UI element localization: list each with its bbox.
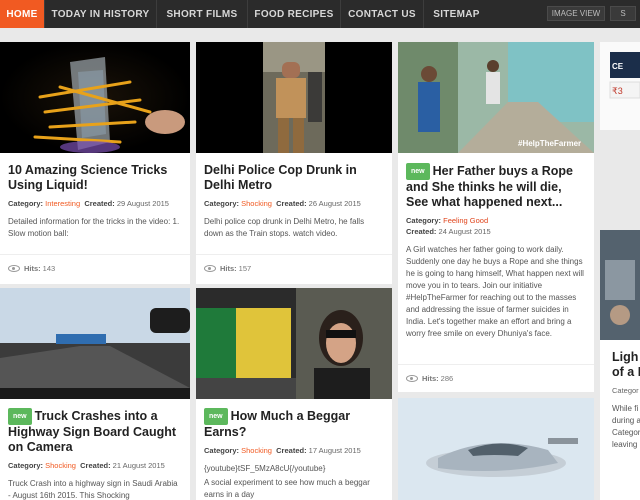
hits-count: 143 [42,264,56,273]
category-label: Category: [204,446,240,455]
hits-label: Hits: [220,264,237,273]
category-link[interactable]: Shocking [45,461,76,470]
article-card-partial[interactable]: Ligh of a F Categor While fi during a Ca… [600,230,640,500]
nav-sitemap[interactable]: SITEMAP [424,0,489,28]
article-card-science-tricks[interactable]: 10 Amazing Science Tricks Using Liquid! … [0,42,190,284]
article-thumbnail[interactable]: #HelpTheFarmer [398,42,594,153]
nav-home[interactable]: HOME [0,0,45,28]
category-link[interactable]: Shocking [241,199,272,208]
created-label: Created: [276,446,307,455]
article-meta: Category: Interesting Created: 29 August… [8,199,182,208]
hits-label: Hits: [24,264,41,273]
category-link[interactable]: Shocking [241,446,272,455]
ad-price: ₹3 [612,86,623,96]
partial-thumbnail [600,230,640,340]
article-meta: Category: Shocking Created: 21 August 20… [8,461,182,470]
created-label: Created: [84,199,115,208]
category-label: Category: [204,199,240,208]
eye-icon [204,265,216,272]
article-card-truck-crash[interactable]: new Truck Crashes into a Highway Sign Boa… [0,288,190,500]
article-thumbnail[interactable] [0,288,190,399]
article-title-text[interactable]: Truck Crashes into a Highway Sign Board … [8,409,176,454]
hits-count: 286 [440,374,454,383]
created-date: 29 August 2015 [116,199,169,208]
created-date: 24 August 2015 [438,227,491,236]
truck-crash-image [0,288,190,399]
article-card-beggar-earns[interactable]: new How Much a Beggar Earns? Category: Sh… [196,288,392,500]
created-date: 21 August 2015 [112,461,165,470]
article-card-delhi-cop[interactable]: Delhi Police Cop Drunk in Delhi Metro Ca… [196,42,392,284]
delhi-cop-image [196,42,392,153]
article-description: A Girl watches her father going to work … [406,245,584,338]
beggar-earns-image [196,288,392,399]
article-title[interactable]: new Truck Crashes into a Highway Sign Boa… [8,408,182,455]
ad-image: CE ₹3 [609,52,640,99]
nav-short-films[interactable]: SHORT FILMS [157,0,248,28]
hits-count: 157 [238,264,252,273]
article-card-father-rope[interactable]: #HelpTheFarmer new Her Father buys a Rope… [398,42,594,392]
side-ad[interactable]: CE ₹3 [600,42,640,130]
category-link[interactable]: Feeling Good [443,216,488,225]
eye-icon [8,265,20,272]
desc-line-3: Categor [612,428,640,437]
father-rope-image: #HelpTheFarmer [398,42,594,153]
article-meta: Category: Feeling Good [406,216,586,225]
hits-bar: Hits: 286 [398,364,594,392]
hits-bar: Hits: 157 [196,254,392,282]
article-description: {youtube}tSF_5MzA8cU{/youtube} [204,464,326,473]
ad-text: CE [612,62,624,71]
eye-icon [406,375,418,382]
flying-car-image [398,398,594,500]
top-nav: HOME TODAY IN HISTORY SHORT FILMS FOOD R… [0,0,640,28]
created-label: Created: [406,227,437,236]
desc-line-4: leaving c [612,440,640,449]
article-card-flying-car[interactable] [398,398,594,500]
hits-bar: Hits: 143 [0,254,190,282]
nav-contact-us[interactable]: CONTACT US [341,0,424,28]
science-tricks-image [0,42,190,153]
desc-line-1: While fi [612,404,639,413]
article-thumbnail[interactable] [196,288,392,399]
article-description: Truck Crash into a highway sign in Saudi… [8,479,178,500]
category-label: Category: [406,216,442,225]
created-date: 17 August 2015 [308,446,361,455]
article-thumbnail[interactable] [0,42,190,153]
article-meta: Category: Shocking Created: 17 August 20… [204,446,384,455]
article-title-partial-2[interactable]: of a F [612,365,640,380]
article-description: Delhi police cop drunk in Delhi Metro, h… [204,217,365,238]
nav-food-recipes[interactable]: FOOD RECIPES [248,0,341,28]
created-label: Created: [276,199,307,208]
article-title-partial[interactable]: Ligh [612,350,640,365]
category-partial: Categor [612,386,639,395]
new-badge: new [204,408,228,425]
article-title[interactable]: new Her Father buys a Rope and She thinks… [406,163,586,210]
category-label: Category: [8,461,44,470]
image-view-button[interactable]: IMAGE VIEW [547,6,605,21]
desc-line-2: during a [612,416,640,425]
created-date: 26 August 2015 [308,199,361,208]
article-description: Detailed information for the tricks in t… [8,217,180,238]
category-label: Category: [8,199,44,208]
created-label: Created: [80,461,111,470]
article-title-text[interactable]: Her Father buys a Rope and She thinks he… [406,164,573,209]
article-meta: Category: Shocking Created: 26 August 20… [204,199,384,208]
s-button[interactable]: S [610,6,636,21]
hits-label: Hits: [422,374,439,383]
new-badge: new [8,408,32,425]
article-title[interactable]: new How Much a Beggar Earns? [204,408,384,440]
article-thumbnail[interactable] [196,42,392,153]
article-title[interactable]: Delhi Police Cop Drunk in Delhi Metro [204,163,384,193]
image-caption: #HelpTheFarmer [518,139,581,148]
article-created: Created: 24 August 2015 [406,227,586,236]
article-title[interactable]: 10 Amazing Science Tricks Using Liquid! [8,163,182,193]
new-badge: new [406,163,430,180]
category-link[interactable]: Interesting [45,199,80,208]
article-description-2: A social experiment to see how much a be… [204,478,370,499]
nav-today-in-history[interactable]: TODAY IN HISTORY [45,0,157,28]
